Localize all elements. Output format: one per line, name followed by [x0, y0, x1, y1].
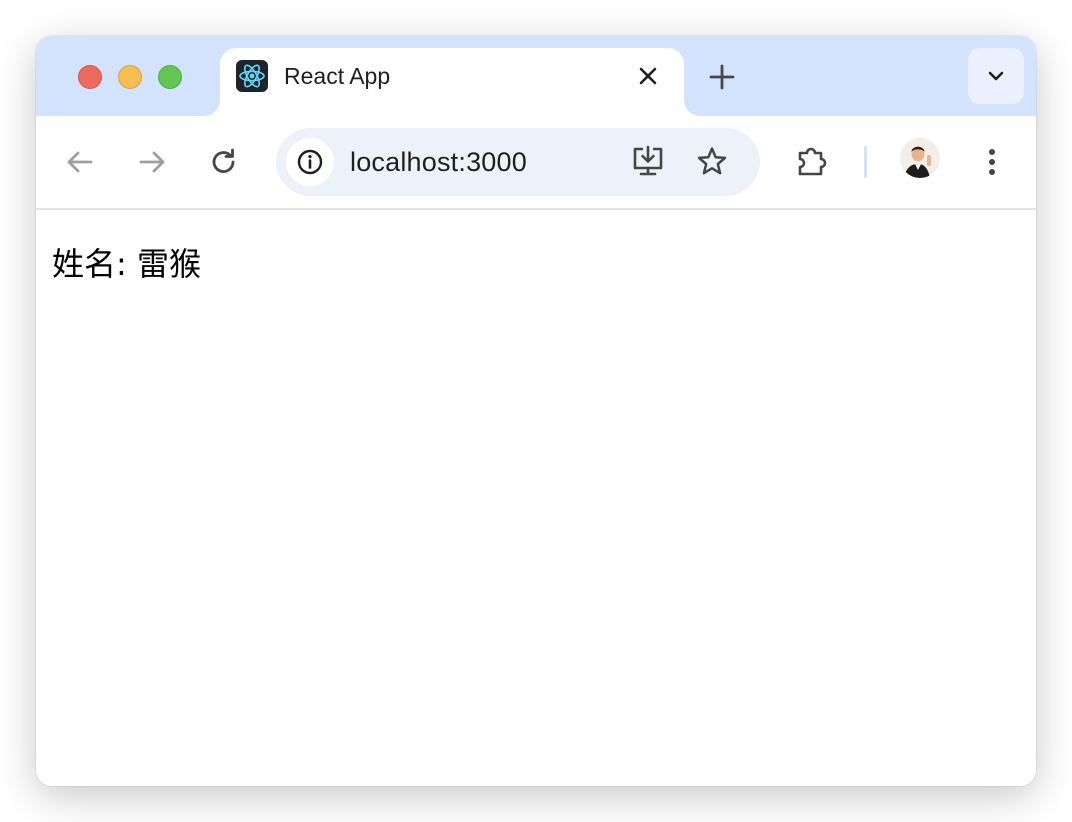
reload-icon[interactable] [206, 144, 242, 180]
avatar[interactable] [900, 138, 940, 178]
react-logo-icon [236, 60, 268, 92]
browser-toolbar: localhost:3000 [36, 116, 1036, 210]
address-bar[interactable]: localhost:3000 [276, 128, 760, 196]
browser-window: React App localhost:3000 姓名: 雷猴 [36, 36, 1036, 786]
toolbar-separator [864, 146, 867, 178]
tab-search-button[interactable] [968, 48, 1024, 104]
window-minimize-button[interactable] [118, 65, 142, 89]
more-vert-icon[interactable] [974, 144, 1010, 180]
puzzle-icon[interactable] [794, 144, 830, 180]
url-text: localhost:3000 [350, 147, 527, 177]
arrow-right-icon[interactable] [134, 144, 170, 180]
new-tab-icon[interactable] [708, 63, 736, 91]
page-content: 姓名: 雷猴 [36, 210, 1036, 786]
tab-react-app[interactable]: React App [220, 48, 684, 116]
install-app-icon[interactable] [630, 144, 666, 180]
chevron-down-icon [988, 71, 1004, 81]
window-close-button[interactable] [78, 65, 102, 89]
tab-strip: React App [36, 36, 1036, 116]
name-text: 姓名: 雷猴 [52, 245, 201, 283]
star-icon[interactable] [694, 144, 730, 180]
tab-title: React App [284, 63, 391, 89]
arrow-left-icon[interactable] [62, 144, 98, 180]
info-icon[interactable] [286, 138, 334, 186]
close-tab-icon[interactable] [636, 64, 660, 88]
window-zoom-button[interactable] [158, 65, 182, 89]
